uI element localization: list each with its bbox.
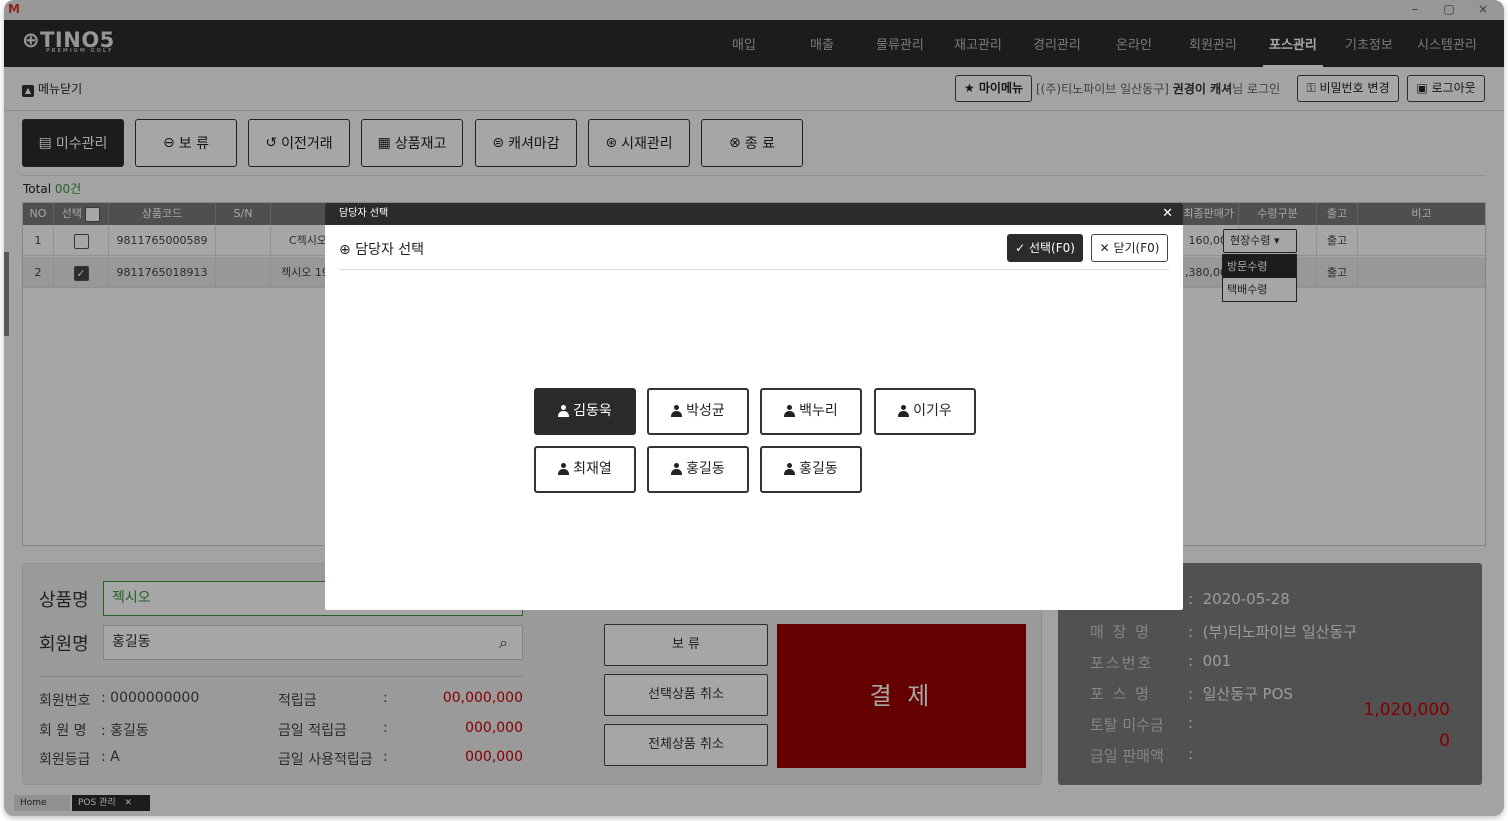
staff-button[interactable]: 홍길동 — [760, 446, 862, 493]
user-icon — [558, 463, 570, 475]
x-icon: ✕ — [1099, 241, 1110, 255]
check-icon: ✓ — [1015, 241, 1026, 255]
staff-button[interactable]: 백누리 — [760, 388, 862, 435]
staff-select-modal: 담당자 선택 ✕ ⊕ 담당자 선택 ✓ 선택(F0) ✕ 닫기(F0) 김동욱 박… — [325, 203, 1183, 610]
modal-title: ⊕ 담당자 선택 — [339, 242, 425, 258]
user-icon — [671, 405, 683, 417]
user-icon — [784, 405, 796, 417]
modal-select-button[interactable]: ✓ 선택(F0) — [1007, 234, 1083, 262]
app-window: M – ▢ × ⊕TINO5 PREMIUM GOLF 매입 매출 물류관리 재… — [4, 0, 1504, 816]
modal-close-button[interactable]: ✕ 닫기(F0) — [1091, 234, 1168, 262]
modal-header: 담당자 선택 ✕ — [325, 203, 1183, 225]
user-icon — [784, 463, 796, 475]
user-icon — [671, 463, 683, 475]
crosshair-icon: ⊕ — [339, 242, 351, 258]
user-icon — [898, 405, 910, 417]
staff-button[interactable]: 김동욱 — [534, 388, 636, 435]
staff-button[interactable]: 최재열 — [534, 446, 636, 493]
staff-button[interactable]: 박성균 — [647, 388, 749, 435]
user-icon — [558, 405, 570, 417]
close-icon[interactable]: ✕ — [1162, 203, 1173, 225]
staff-button[interactable]: 이기우 — [874, 388, 976, 435]
divider — [339, 269, 1169, 270]
staff-button[interactable]: 홍길동 — [647, 446, 749, 493]
